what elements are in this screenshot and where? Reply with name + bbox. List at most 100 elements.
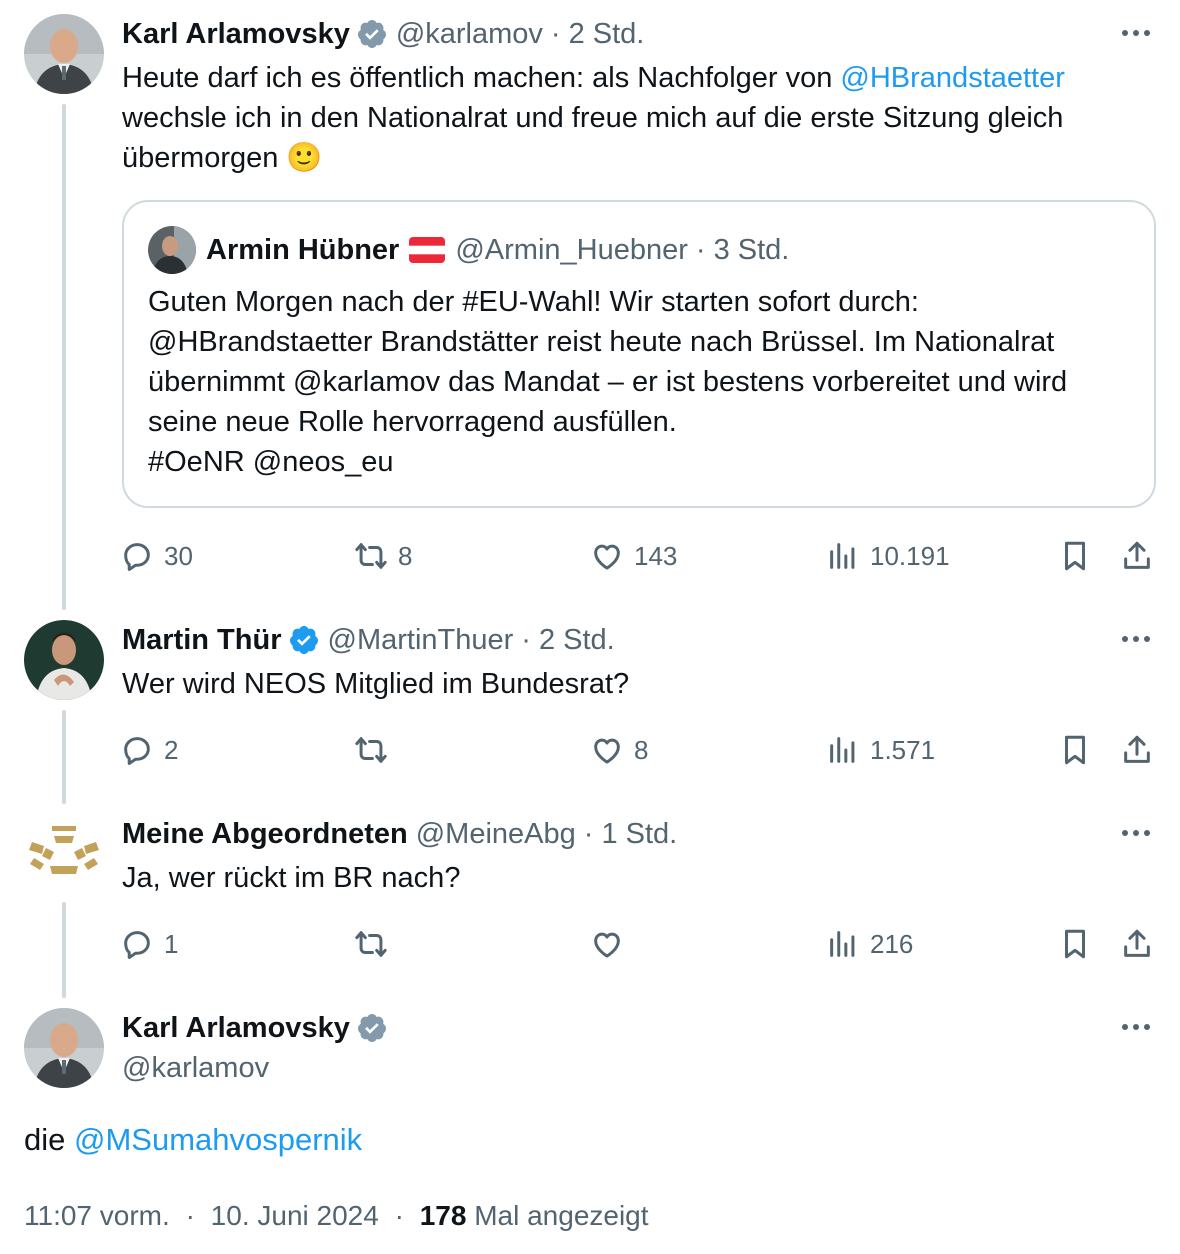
tweet-actions: 2 8 1.571 (120, 730, 1160, 770)
tweet-header: Karl Arlamovsky @karlamov · 2 Std. (122, 14, 644, 54)
quote-line: #OeNR @neos_eu (148, 446, 394, 478)
share-button[interactable] (1120, 924, 1154, 964)
reply-button[interactable]: 2 (120, 730, 178, 770)
tweet-time[interactable]: 2 Std. (569, 18, 645, 51)
tweet-header: Martin Thür @MartinThuer · 2 Std. (122, 620, 615, 660)
verified-badge-icon (356, 18, 388, 50)
bookmark-button[interactable] (1058, 730, 1092, 770)
verified-badge-icon (356, 1012, 388, 1044)
reply-count: 30 (164, 540, 193, 571)
reply-tweet[interactable]: Meine Abgeordneten @MeineAbg · 1 Std. Ja… (0, 814, 1180, 984)
heart-icon (594, 544, 620, 570)
share-icon (1124, 541, 1150, 569)
author-name[interactable]: Meine Abgeordneten (122, 818, 408, 851)
bookmark-icon (1065, 735, 1085, 765)
quote-text: Guten Morgen nach der #EU-Wahl! Wir star… (148, 282, 1138, 482)
like-button[interactable] (590, 924, 634, 964)
more-options-icon[interactable] (1116, 1012, 1156, 1042)
retweet-button[interactable]: 8 (354, 536, 412, 576)
more-options-icon[interactable] (1116, 18, 1156, 48)
views-label: Mal angezeigt (474, 1200, 649, 1231)
mention-link[interactable]: @MSumahvospernik (74, 1122, 362, 1157)
separator-dot: · (550, 17, 561, 50)
main-tweet-header: Karl Arlamovsky @karlamov (122, 1008, 396, 1088)
reply-tweet[interactable]: Martin Thür @MartinThuer · 2 Std. Wer wi… (0, 620, 1180, 790)
views-button[interactable]: 216 (826, 924, 913, 964)
tweet-metadata: 11:07 vorm. · 10. Juni 2024 · 178 Mal an… (24, 1200, 649, 1232)
mention-link[interactable]: @HBrandstaetter (840, 62, 1064, 94)
separator-dot: · (521, 623, 531, 656)
retweet-button[interactable] (354, 730, 398, 770)
separator-dot: · (394, 1200, 404, 1231)
views-chart-icon (830, 543, 855, 569)
tweet-text: Ja, wer rückt im BR nach? (122, 862, 461, 894)
quoted-tweet-card[interactable]: Armin Hübner @Armin_Huebner · 3 Std. Gut… (122, 200, 1156, 508)
tweet-text: Heute darf ich es öffentlich machen: als… (122, 58, 1152, 178)
like-count: 8 (634, 734, 649, 765)
tweet-header: Meine Abgeordneten @MeineAbg · 1 Std. (122, 814, 677, 854)
main-tweet-text: die @MSumahvospernik (24, 1122, 362, 1158)
share-button[interactable] (1120, 730, 1154, 770)
tweet-text-part: wechsle ich in den Nationalrat und freue… (122, 102, 1064, 174)
tweet-original[interactable]: Karl Arlamovsky @karlamov · 2 Std. Heute… (0, 14, 1180, 594)
heart-icon (594, 738, 620, 764)
author-handle[interactable]: @karlamov (122, 1048, 396, 1088)
like-button[interactable]: 8 (590, 730, 648, 770)
quote-avatar[interactable] (148, 226, 196, 274)
bookmark-button[interactable] (1058, 924, 1092, 964)
bookmark-icon (1065, 541, 1085, 571)
views-button[interactable]: 10.191 (826, 536, 950, 576)
like-button[interactable]: 143 (590, 536, 677, 576)
avatar[interactable] (24, 814, 104, 894)
heart-icon (594, 932, 620, 958)
view-count: 10.191 (870, 540, 950, 571)
avatar[interactable] (24, 14, 104, 94)
separator-dot: · (583, 817, 594, 850)
avatar[interactable] (24, 620, 104, 700)
quote-line: übernimmt @karlamov das Mandat – er ist … (148, 366, 1068, 398)
quote-header: Armin Hübner @Armin_Huebner · 3 Std. (206, 230, 789, 270)
reply-count: 1 (164, 928, 179, 959)
share-icon (1124, 929, 1150, 957)
reply-button[interactable]: 30 (120, 536, 193, 576)
retweet-icon (355, 543, 387, 569)
views-chart-icon (830, 737, 855, 763)
view-count: 216 (870, 928, 914, 959)
retweet-icon (355, 737, 387, 763)
tweet-actions: 1 216 (120, 924, 1160, 964)
tweet-time[interactable]: 2 Std. (539, 624, 615, 657)
retweet-icon (355, 931, 387, 957)
view-count: 1.571 (870, 734, 936, 765)
author-name[interactable]: Karl Arlamovsky (122, 1012, 350, 1045)
quote-author-handle[interactable]: @Armin_Huebner (455, 234, 688, 267)
bookmark-icon (1065, 929, 1085, 959)
author-handle[interactable]: @MartinThuer (328, 624, 514, 657)
views-button[interactable]: 1.571 (826, 730, 935, 770)
tweet-text-part: Heute darf ich es öffentlich machen: als… (122, 62, 841, 94)
tweet-date[interactable]: 10. Juni 2024 (211, 1200, 379, 1231)
reply-icon (124, 931, 150, 959)
author-handle[interactable]: @karlamov (396, 18, 543, 51)
verified-badge-icon (288, 624, 320, 656)
avatar[interactable] (24, 1008, 104, 1088)
tweet-timestamp[interactable]: 11:07 vorm. (24, 1200, 170, 1231)
author-name[interactable]: Karl Arlamovsky (122, 18, 350, 51)
bookmark-button[interactable] (1058, 536, 1092, 576)
reply-button[interactable]: 1 (120, 924, 178, 964)
view-count: 178 (419, 1200, 467, 1231)
more-options-icon[interactable] (1116, 818, 1156, 848)
tweet-text: Wer wird NEOS Mitglied im Bundesrat? (122, 668, 630, 700)
share-icon (1124, 735, 1150, 763)
tweet-text-part: die (24, 1122, 74, 1157)
quote-time[interactable]: 3 Std. (714, 234, 790, 267)
retweet-count: 8 (398, 540, 413, 571)
quote-author-name[interactable]: Armin Hübner (206, 234, 399, 267)
more-options-icon[interactable] (1116, 624, 1156, 654)
separator-dot: · (695, 233, 706, 266)
author-name[interactable]: Martin Thür (122, 624, 282, 657)
tweet-time[interactable]: 1 Std. (601, 818, 677, 851)
retweet-button[interactable] (354, 924, 398, 964)
share-button[interactable] (1120, 536, 1154, 576)
author-handle[interactable]: @MeineAbg (416, 818, 576, 851)
separator-dot: · (185, 1200, 195, 1231)
